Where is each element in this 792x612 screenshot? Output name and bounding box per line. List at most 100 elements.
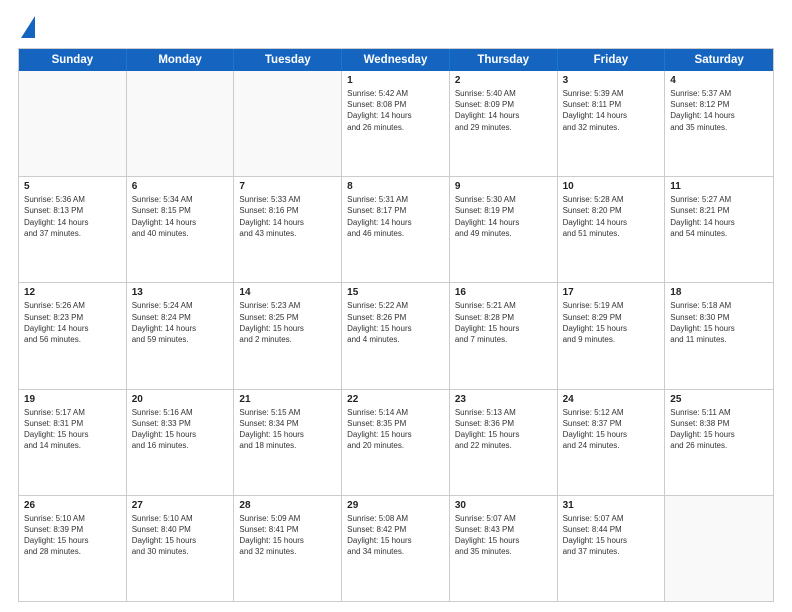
day-number: 3	[563, 75, 660, 86]
calendar-cell-r4-c2: 28 Sunrise: 5:09 AM Sunset: 8:41 PM Dayli…	[234, 496, 342, 601]
day-info: Sunrise: 5:07 AM Sunset: 8:43 PM Dayligh…	[455, 513, 552, 558]
calendar-cell-r3-c1: 20 Sunrise: 5:16 AM Sunset: 8:33 PM Dayli…	[127, 390, 235, 495]
logo-triangle-icon	[21, 16, 35, 38]
calendar-cell-r0-c0	[19, 71, 127, 176]
calendar-row-1: 5 Sunrise: 5:36 AM Sunset: 8:13 PM Daylig…	[19, 176, 773, 282]
weekday-header-friday: Friday	[558, 49, 666, 71]
calendar-cell-r1-c0: 5 Sunrise: 5:36 AM Sunset: 8:13 PM Daylig…	[19, 177, 127, 282]
day-info: Sunrise: 5:15 AM Sunset: 8:34 PM Dayligh…	[239, 407, 336, 452]
day-info: Sunrise: 5:08 AM Sunset: 8:42 PM Dayligh…	[347, 513, 444, 558]
page: SundayMondayTuesdayWednesdayThursdayFrid…	[0, 0, 792, 612]
calendar-cell-r0-c3: 1 Sunrise: 5:42 AM Sunset: 8:08 PM Daylig…	[342, 71, 450, 176]
day-info: Sunrise: 5:30 AM Sunset: 8:19 PM Dayligh…	[455, 194, 552, 239]
calendar-cell-r3-c3: 22 Sunrise: 5:14 AM Sunset: 8:35 PM Dayli…	[342, 390, 450, 495]
calendar-cell-r2-c6: 18 Sunrise: 5:18 AM Sunset: 8:30 PM Dayli…	[665, 283, 773, 388]
day-number: 2	[455, 75, 552, 86]
day-info: Sunrise: 5:28 AM Sunset: 8:20 PM Dayligh…	[563, 194, 660, 239]
day-number: 26	[24, 500, 121, 511]
day-number: 20	[132, 394, 229, 405]
calendar-cell-r1-c1: 6 Sunrise: 5:34 AM Sunset: 8:15 PM Daylig…	[127, 177, 235, 282]
calendar-cell-r1-c4: 9Sunrise: 5:30 AM Sunset: 8:19 PM Daylig…	[450, 177, 558, 282]
calendar-cell-r3-c6: 25 Sunrise: 5:11 AM Sunset: 8:38 PM Dayli…	[665, 390, 773, 495]
day-info: Sunrise: 5:23 AM Sunset: 8:25 PM Dayligh…	[239, 300, 336, 345]
calendar-cell-r0-c5: 3 Sunrise: 5:39 AM Sunset: 8:11 PM Daylig…	[558, 71, 666, 176]
day-info: Sunrise: 5:27 AM Sunset: 8:21 PM Dayligh…	[670, 194, 768, 239]
calendar-cell-r0-c2	[234, 71, 342, 176]
day-number: 12	[24, 287, 121, 298]
day-info: Sunrise: 5:37 AM Sunset: 8:12 PM Dayligh…	[670, 88, 768, 133]
calendar-cell-r1-c6: 11 Sunrise: 5:27 AM Sunset: 8:21 PM Dayli…	[665, 177, 773, 282]
day-info: Sunrise: 5:33 AM Sunset: 8:16 PM Dayligh…	[239, 194, 336, 239]
weekday-header-monday: Monday	[127, 49, 235, 71]
day-info: Sunrise: 5:10 AM Sunset: 8:39 PM Dayligh…	[24, 513, 121, 558]
day-number: 22	[347, 394, 444, 405]
calendar-cell-r4-c0: 26 Sunrise: 5:10 AM Sunset: 8:39 PM Dayli…	[19, 496, 127, 601]
weekday-header-sunday: Sunday	[19, 49, 127, 71]
day-number: 13	[132, 287, 229, 298]
day-info: Sunrise: 5:19 AM Sunset: 8:29 PM Dayligh…	[563, 300, 660, 345]
calendar-row-3: 19 Sunrise: 5:17 AM Sunset: 8:31 PM Dayli…	[19, 389, 773, 495]
day-number: 27	[132, 500, 229, 511]
day-info: Sunrise: 5:12 AM Sunset: 8:37 PM Dayligh…	[563, 407, 660, 452]
day-number: 8	[347, 181, 444, 192]
day-number: 5	[24, 181, 121, 192]
day-number: 16	[455, 287, 552, 298]
day-info: Sunrise: 5:21 AM Sunset: 8:28 PM Dayligh…	[455, 300, 552, 345]
day-number: 23	[455, 394, 552, 405]
day-info: Sunrise: 5:39 AM Sunset: 8:11 PM Dayligh…	[563, 88, 660, 133]
day-number: 10	[563, 181, 660, 192]
day-number: 1	[347, 75, 444, 86]
day-number: 17	[563, 287, 660, 298]
day-info: Sunrise: 5:10 AM Sunset: 8:40 PM Dayligh…	[132, 513, 229, 558]
calendar-cell-r4-c4: 30 Sunrise: 5:07 AM Sunset: 8:43 PM Dayli…	[450, 496, 558, 601]
header	[18, 14, 774, 38]
day-number: 7	[239, 181, 336, 192]
calendar-cell-r4-c6	[665, 496, 773, 601]
day-info: Sunrise: 5:18 AM Sunset: 8:30 PM Dayligh…	[670, 300, 768, 345]
calendar-cell-r4-c1: 27 Sunrise: 5:10 AM Sunset: 8:40 PM Dayli…	[127, 496, 235, 601]
calendar-cell-r2-c2: 14 Sunrise: 5:23 AM Sunset: 8:25 PM Dayli…	[234, 283, 342, 388]
calendar-row-0: 1 Sunrise: 5:42 AM Sunset: 8:08 PM Daylig…	[19, 71, 773, 176]
calendar-cell-r0-c4: 2 Sunrise: 5:40 AM Sunset: 8:09 PM Daylig…	[450, 71, 558, 176]
day-number: 6	[132, 181, 229, 192]
day-number: 29	[347, 500, 444, 511]
calendar-body: 1 Sunrise: 5:42 AM Sunset: 8:08 PM Daylig…	[19, 71, 773, 601]
calendar-cell-r0-c6: 4 Sunrise: 5:37 AM Sunset: 8:12 PM Daylig…	[665, 71, 773, 176]
calendar-cell-r4-c3: 29 Sunrise: 5:08 AM Sunset: 8:42 PM Dayli…	[342, 496, 450, 601]
day-info: Sunrise: 5:14 AM Sunset: 8:35 PM Dayligh…	[347, 407, 444, 452]
calendar-cell-r2-c3: 15Sunrise: 5:22 AM Sunset: 8:26 PM Dayli…	[342, 283, 450, 388]
calendar-cell-r3-c5: 24Sunrise: 5:12 AM Sunset: 8:37 PM Dayli…	[558, 390, 666, 495]
day-info: Sunrise: 5:40 AM Sunset: 8:09 PM Dayligh…	[455, 88, 552, 133]
day-info: Sunrise: 5:26 AM Sunset: 8:23 PM Dayligh…	[24, 300, 121, 345]
calendar: SundayMondayTuesdayWednesdayThursdayFrid…	[18, 48, 774, 602]
weekday-header-saturday: Saturday	[665, 49, 773, 71]
calendar-cell-r3-c2: 21Sunrise: 5:15 AM Sunset: 8:34 PM Dayli…	[234, 390, 342, 495]
day-info: Sunrise: 5:09 AM Sunset: 8:41 PM Dayligh…	[239, 513, 336, 558]
day-number: 30	[455, 500, 552, 511]
day-number: 14	[239, 287, 336, 298]
day-number: 19	[24, 394, 121, 405]
calendar-cell-r2-c4: 16 Sunrise: 5:21 AM Sunset: 8:28 PM Dayli…	[450, 283, 558, 388]
day-info: Sunrise: 5:17 AM Sunset: 8:31 PM Dayligh…	[24, 407, 121, 452]
calendar-cell-r3-c0: 19 Sunrise: 5:17 AM Sunset: 8:31 PM Dayli…	[19, 390, 127, 495]
weekday-header-thursday: Thursday	[450, 49, 558, 71]
weekday-header-tuesday: Tuesday	[234, 49, 342, 71]
day-number: 18	[670, 287, 768, 298]
day-info: Sunrise: 5:36 AM Sunset: 8:13 PM Dayligh…	[24, 194, 121, 239]
calendar-cell-r2-c5: 17 Sunrise: 5:19 AM Sunset: 8:29 PM Dayli…	[558, 283, 666, 388]
calendar-cell-r1-c3: 8Sunrise: 5:31 AM Sunset: 8:17 PM Daylig…	[342, 177, 450, 282]
day-info: Sunrise: 5:16 AM Sunset: 8:33 PM Dayligh…	[132, 407, 229, 452]
logo	[18, 14, 35, 38]
day-number: 11	[670, 181, 768, 192]
day-info: Sunrise: 5:22 AM Sunset: 8:26 PM Dayligh…	[347, 300, 444, 345]
day-number: 25	[670, 394, 768, 405]
day-number: 28	[239, 500, 336, 511]
day-info: Sunrise: 5:24 AM Sunset: 8:24 PM Dayligh…	[132, 300, 229, 345]
day-info: Sunrise: 5:34 AM Sunset: 8:15 PM Dayligh…	[132, 194, 229, 239]
day-info: Sunrise: 5:42 AM Sunset: 8:08 PM Dayligh…	[347, 88, 444, 133]
day-info: Sunrise: 5:11 AM Sunset: 8:38 PM Dayligh…	[670, 407, 768, 452]
day-number: 4	[670, 75, 768, 86]
weekday-header-wednesday: Wednesday	[342, 49, 450, 71]
calendar-cell-r4-c5: 31Sunrise: 5:07 AM Sunset: 8:44 PM Dayli…	[558, 496, 666, 601]
calendar-cell-r2-c0: 12 Sunrise: 5:26 AM Sunset: 8:23 PM Dayli…	[19, 283, 127, 388]
